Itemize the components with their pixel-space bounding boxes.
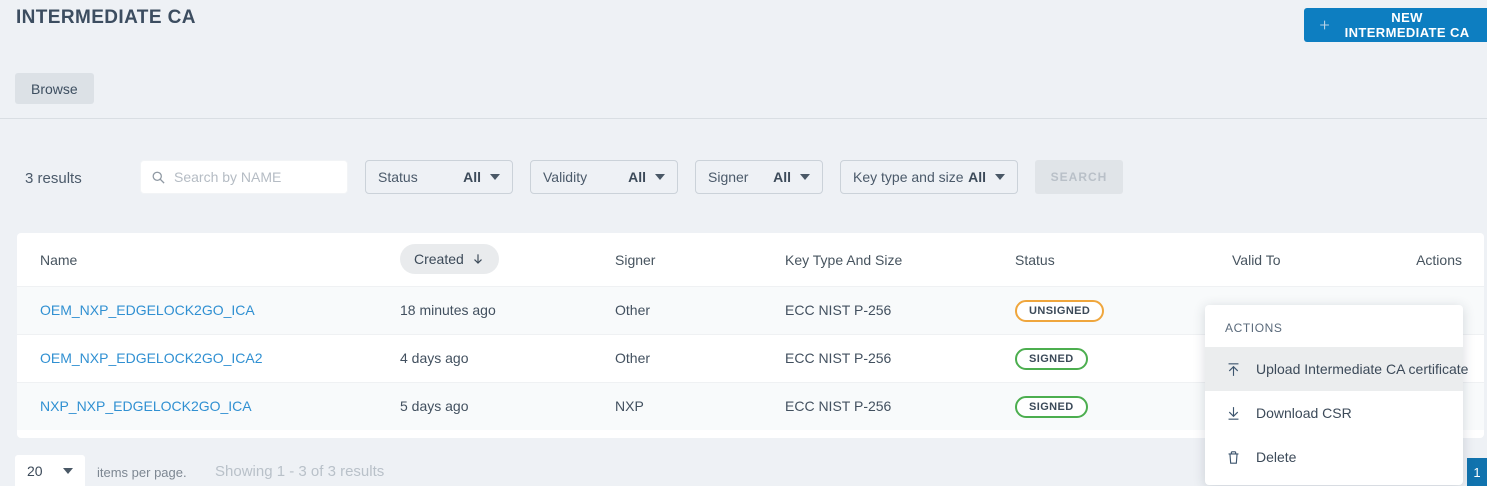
items-per-page-value: 20: [27, 462, 43, 479]
search-box[interactable]: [140, 160, 348, 194]
ca-name-link[interactable]: OEM_NXP_EDGELOCK2GO_ICA: [40, 302, 255, 318]
header-divider: [0, 118, 1487, 119]
items-per-page-select[interactable]: 20: [15, 455, 85, 486]
filter-value: All: [463, 169, 481, 185]
status-badge: UNSIGNED: [1015, 300, 1105, 322]
menu-item-label: Delete: [1256, 449, 1297, 465]
filter-dropdown-status[interactable]: Status All: [365, 160, 513, 194]
key-type-cell: ECC NIST P-256: [785, 302, 892, 318]
column-header-signer[interactable]: Signer: [615, 252, 655, 268]
filter-label: Status: [378, 169, 418, 185]
filter-value: All: [628, 169, 646, 185]
status-badge: SIGNED: [1015, 396, 1088, 418]
search-button[interactable]: SEARCH: [1035, 160, 1123, 194]
filter-label: Signer: [708, 169, 749, 185]
filter-dropdown-key-type-and-size[interactable]: Key type and size All: [840, 160, 1018, 194]
signer-cell: NXP: [615, 398, 644, 414]
chevron-down-icon: [995, 174, 1005, 180]
chevron-down-icon: [655, 174, 665, 180]
search-icon: [152, 171, 165, 184]
tab-browse[interactable]: Browse: [15, 73, 94, 104]
column-header-name[interactable]: Name: [40, 252, 77, 268]
menu-item-label: Upload Intermediate CA certificate: [1256, 361, 1469, 377]
actions-popup-menu: ACTIONS Upload Intermediate CA certifica…: [1205, 305, 1468, 485]
search-input[interactable]: [174, 169, 337, 185]
chevron-down-icon: [490, 174, 500, 180]
column-header-actions: Actions: [1416, 252, 1462, 268]
sort-desc-arrow-icon: [473, 254, 482, 264]
filter-label: Validity: [543, 169, 588, 185]
filter-dropdown-validity[interactable]: Validity All: [530, 160, 678, 194]
menu-item-delete[interactable]: Delete: [1205, 435, 1463, 479]
trash-icon: [1228, 450, 1239, 464]
items-per-page-label: items per page.: [97, 465, 187, 480]
status-badge: SIGNED: [1015, 348, 1088, 370]
filter-label: Key type and size: [853, 169, 964, 185]
signer-cell: Other: [615, 302, 651, 318]
menu-item-label: Download CSR: [1256, 405, 1352, 421]
page-title: INTERMEDIATE CA: [16, 7, 196, 28]
menu-item-upload-intermediate-ca-certificate[interactable]: Upload Intermediate CA certificate: [1205, 347, 1468, 391]
key-type-cell: ECC NIST P-256: [785, 398, 892, 414]
table-header-row: Name Created Signer Key Type And Size St…: [17, 233, 1484, 286]
results-count: 3 results: [25, 170, 82, 187]
chevron-down-icon: [800, 174, 810, 180]
pagination-page-1[interactable]: 1: [1467, 458, 1487, 486]
column-header-valid-to[interactable]: Valid To: [1232, 252, 1281, 268]
signer-cell: Other: [615, 350, 651, 366]
key-type-cell: ECC NIST P-256: [785, 350, 892, 366]
showing-results-text: Showing 1 - 3 of 3 results: [215, 463, 385, 480]
filter-value: All: [773, 169, 791, 185]
column-header-created-sort[interactable]: Created: [400, 244, 499, 274]
new-intermediate-ca-label: NEW INTERMEDIATE CA: [1344, 10, 1470, 40]
download-icon: [1228, 406, 1239, 420]
actions-menu-title: ACTIONS: [1225, 321, 1283, 335]
upload-icon: [1228, 362, 1239, 376]
filter-dropdown-signer[interactable]: Signer All: [695, 160, 823, 194]
column-header-status[interactable]: Status: [1015, 252, 1055, 268]
plus-icon: [1320, 20, 1329, 30]
menu-item-download-csr[interactable]: Download CSR: [1205, 391, 1463, 435]
created-cell: 4 days ago: [400, 350, 469, 366]
created-cell: 5 days ago: [400, 398, 469, 414]
column-header-key-type-and-size[interactable]: Key Type And Size: [785, 252, 902, 268]
ca-name-link[interactable]: OEM_NXP_EDGELOCK2GO_ICA2: [40, 350, 263, 366]
chevron-down-icon: [63, 467, 73, 474]
created-cell: 18 minutes ago: [400, 302, 496, 318]
ca-name-link[interactable]: NXP_NXP_EDGELOCK2GO_ICA: [40, 398, 252, 414]
filter-value: All: [968, 169, 986, 185]
new-intermediate-ca-button[interactable]: NEW INTERMEDIATE CA: [1304, 8, 1487, 42]
column-header-created-label: Created: [414, 251, 464, 267]
